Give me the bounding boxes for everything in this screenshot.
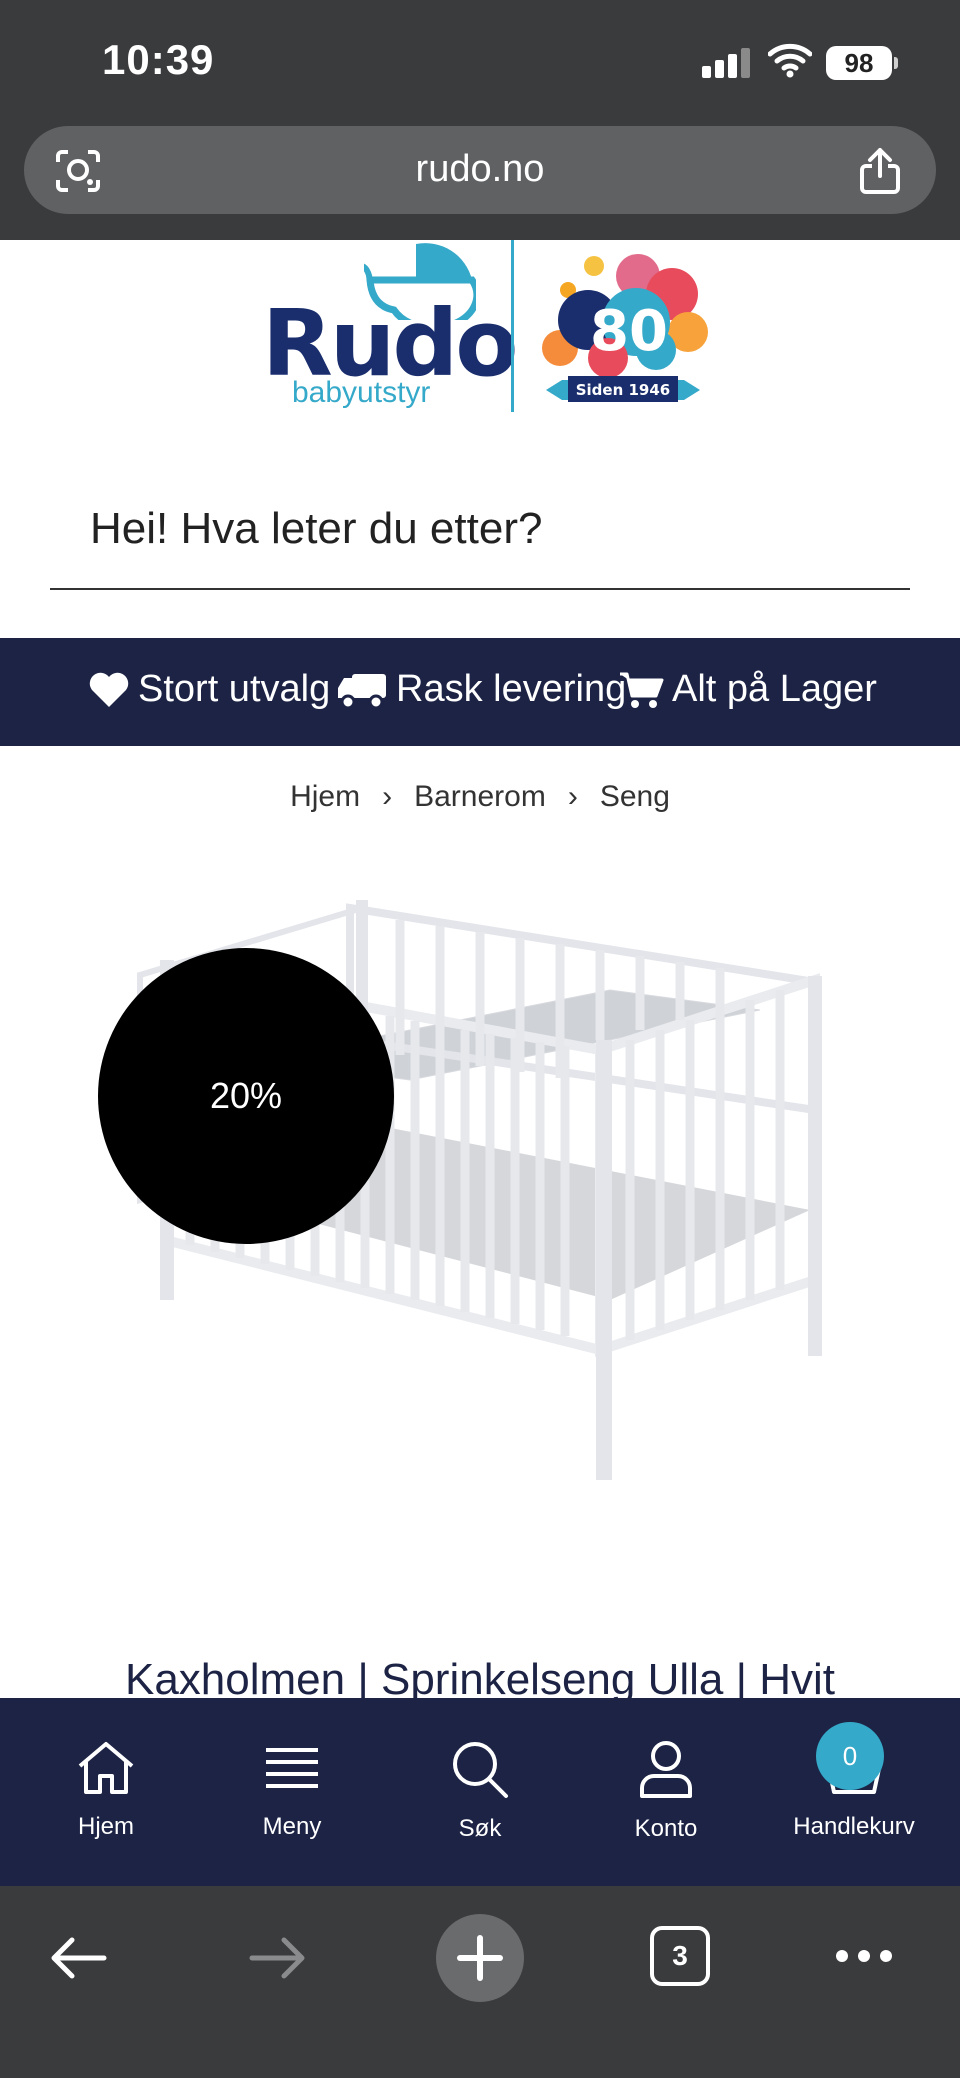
anniversary-badge: 80 Siden 1946 bbox=[542, 254, 708, 402]
chevron-right-icon: › bbox=[382, 780, 393, 813]
browser-toolbar: 3 bbox=[0, 1886, 960, 2078]
logo-divider bbox=[511, 240, 514, 412]
nav-label: Handlekurv bbox=[793, 1813, 915, 1840]
nav-search[interactable]: Søk bbox=[390, 1738, 570, 1843]
breadcrumb: Hjem › Barnerom › Seng bbox=[0, 780, 960, 814]
anniversary-ribbon: Siden 1946 bbox=[576, 381, 671, 399]
share-icon[interactable] bbox=[858, 146, 902, 196]
usp-item-delivery: Rask levering bbox=[336, 668, 626, 711]
site-logo[interactable]: Rudo babyutstyr 80 Siden 1946 bbox=[0, 240, 960, 430]
search-icon bbox=[453, 1742, 508, 1798]
back-arrow-icon[interactable] bbox=[48, 1936, 108, 1980]
cart-count-badge: 0 bbox=[816, 1722, 884, 1790]
tabs-button[interactable]: 3 bbox=[650, 1926, 710, 1986]
status-time: 10:39 bbox=[102, 36, 215, 83]
nav-menu[interactable]: Meny bbox=[202, 1738, 382, 1841]
search-placeholder: Hei! Hva leter du etter? bbox=[90, 504, 543, 553]
nav-label: Konto bbox=[634, 1815, 698, 1842]
plus-icon bbox=[457, 1935, 503, 1981]
cart-icon bbox=[620, 672, 664, 708]
cellular-signal-icon bbox=[702, 48, 750, 78]
new-tab-button[interactable] bbox=[436, 1914, 524, 2002]
chevron-right-icon: › bbox=[567, 780, 578, 813]
nav-label: Meny bbox=[262, 1813, 322, 1840]
breadcrumb-link-bed[interactable]: Seng bbox=[600, 780, 670, 813]
breadcrumb-link-home[interactable]: Hjem bbox=[290, 780, 360, 813]
breadcrumb-link-nursery[interactable]: Barnerom bbox=[414, 780, 546, 813]
wifi-icon bbox=[768, 43, 812, 78]
usp-label: Stort utvalg bbox=[138, 668, 331, 710]
forward-arrow-icon[interactable] bbox=[248, 1936, 308, 1980]
site-bottom-nav: Hjem Meny Søk Konto Handlekurv bbox=[0, 1698, 960, 1886]
truck-icon bbox=[338, 673, 386, 709]
address-bar[interactable]: rudo.no bbox=[24, 126, 936, 214]
heart-icon bbox=[89, 672, 129, 707]
usp-item-assortment: Stort utvalg bbox=[88, 668, 330, 711]
home-icon bbox=[78, 1742, 134, 1794]
more-icon[interactable] bbox=[834, 1948, 894, 1964]
discount-badge: 20% bbox=[98, 948, 394, 1244]
url-text: rudo.no bbox=[415, 148, 545, 190]
browser-chrome-top: 10:39 98 rudo.no bbox=[0, 0, 960, 240]
usp-item-stock: Alt på Lager bbox=[618, 668, 877, 711]
nav-label: Søk bbox=[458, 1815, 502, 1842]
nav-home[interactable]: Hjem bbox=[16, 1738, 196, 1841]
menu-icon bbox=[266, 1748, 318, 1788]
usp-label: Rask levering bbox=[396, 668, 627, 710]
usp-band: Stort utvalg Rask levering Alt på Lager bbox=[0, 638, 960, 746]
nav-label: Hjem bbox=[77, 1813, 134, 1840]
search-input[interactable]: Hei! Hva leter du etter? bbox=[50, 476, 910, 590]
brand-tagline: babyutstyr bbox=[292, 376, 431, 409]
product-title: Kaxholmen | Sprinkelseng Ulla | Hvit bbox=[124, 1655, 836, 1698]
nav-account[interactable]: Konto bbox=[576, 1738, 756, 1843]
anniversary-number: 80 bbox=[590, 299, 668, 364]
usp-label: Alt på Lager bbox=[672, 668, 877, 710]
user-icon bbox=[640, 1741, 692, 1798]
battery-indicator: 98 bbox=[826, 46, 898, 80]
